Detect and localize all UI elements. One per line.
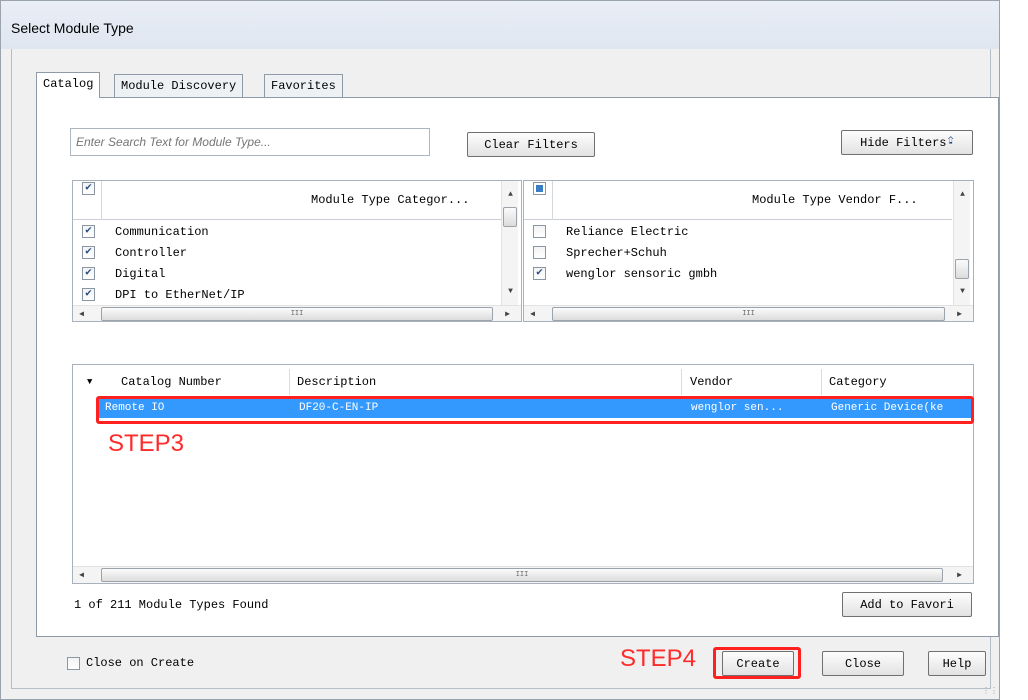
scroll-right-arrow-icon[interactable]: ▶ xyxy=(951,309,968,319)
tab-module-discovery-label: Module Discovery xyxy=(121,79,237,93)
scroll-thumb[interactable]: III xyxy=(101,568,943,582)
column-divider xyxy=(681,369,682,395)
vendor-vertical-scrollbar[interactable]: ▲ ▼ xyxy=(953,181,970,305)
list-item[interactable]: ✔ Digital xyxy=(73,265,501,285)
list-item-label: Sprecher+Schuh xyxy=(566,246,667,260)
scroll-thumb[interactable]: III xyxy=(552,307,945,321)
checkbox[interactable]: ✔ xyxy=(82,246,95,259)
vendor-filter-header[interactable]: Module Type Vendor F... xyxy=(524,181,952,220)
step4-highlight-box xyxy=(713,647,801,679)
scroll-left-arrow-icon[interactable]: ◀ xyxy=(73,570,90,580)
results-horizontal-scrollbar[interactable]: ◀ III ▶ xyxy=(73,566,973,583)
scroll-grip: III xyxy=(515,571,529,579)
list-item[interactable]: ✔ Communication xyxy=(73,223,501,243)
step4-annotation: STEP4 xyxy=(620,645,697,672)
clear-filters-button[interactable]: Clear Filters xyxy=(467,132,595,157)
help-button-label: Help xyxy=(942,656,972,671)
category-filter-header[interactable]: ✔ Module Type Categor... xyxy=(73,181,501,220)
list-item[interactable]: ✔ Controller xyxy=(73,244,501,264)
vendor-horizontal-scrollbar[interactable]: ◀ III ▶ xyxy=(524,305,973,321)
list-item-label: DPI to EtherNet/IP xyxy=(115,288,245,302)
list-item-label: Controller xyxy=(115,246,188,260)
checkbox[interactable]: ✔ xyxy=(82,288,95,301)
category-vertical-scrollbar[interactable]: ▲ ▼ xyxy=(501,181,518,305)
list-item-label: Digital xyxy=(115,267,166,281)
close-on-create-checkbox[interactable] xyxy=(67,657,80,670)
scroll-grip: III xyxy=(742,310,755,318)
column-header-description[interactable]: Description xyxy=(297,375,376,389)
vendor-filter-header-label: Module Type Vendor F... xyxy=(752,193,918,207)
list-item[interactable]: ✔ wenglor sensoric gmbh xyxy=(524,265,952,285)
checkbox[interactable]: ✔ xyxy=(82,225,95,238)
list-item[interactable]: ✔ DPI to EtherNet/IP xyxy=(73,286,501,306)
hide-filters-button[interactable]: Hide Filters ⮸ xyxy=(841,130,973,155)
scroll-up-arrow-icon[interactable]: ▲ xyxy=(954,190,971,199)
checkbox[interactable]: ✔ xyxy=(82,267,95,280)
close-button[interactable]: Close xyxy=(822,651,904,676)
hide-filters-label: Hide Filters xyxy=(860,135,947,150)
add-to-favorites-button[interactable]: Add to Favori xyxy=(842,592,972,617)
scroll-up-arrow-icon[interactable]: ▲ xyxy=(502,190,519,199)
list-item-label: wenglor sensoric gmbh xyxy=(566,267,718,281)
sort-descending-icon[interactable]: ▼ xyxy=(87,377,92,387)
scroll-thumb[interactable]: III xyxy=(101,307,493,321)
scroll-left-arrow-icon[interactable]: ◀ xyxy=(524,309,541,319)
list-item[interactable]: Sprecher+Schuh xyxy=(524,244,952,264)
scroll-down-arrow-icon[interactable]: ▼ xyxy=(502,287,519,296)
scroll-right-arrow-icon[interactable]: ▶ xyxy=(499,309,516,319)
column-divider xyxy=(821,369,822,395)
scroll-left-arrow-icon[interactable]: ◀ xyxy=(73,309,90,319)
checkbox[interactable] xyxy=(533,225,546,238)
vendor-select-all-checkbox[interactable] xyxy=(533,182,546,195)
double-chevron-up-icon: ⮸ xyxy=(947,137,954,148)
results-count-status: 1 of 211 Module Types Found xyxy=(74,598,269,612)
vendor-filter-list: Module Type Vendor F... Reliance Electri… xyxy=(523,180,974,322)
tab-favorites[interactable]: Favorites xyxy=(264,74,343,97)
header-divider xyxy=(101,181,102,220)
add-to-favorites-label: Add to Favori xyxy=(860,597,954,612)
step3-highlight-box xyxy=(96,396,974,424)
step3-annotation: STEP3 xyxy=(108,430,185,457)
category-filter-list: ✔ Module Type Categor... ✔ Communication… xyxy=(72,180,522,322)
title-bar: Select Module Type xyxy=(1,1,999,49)
close-on-create-label: Close on Create xyxy=(86,656,195,670)
scroll-grip: III xyxy=(290,310,304,318)
close-button-label: Close xyxy=(844,656,881,671)
clear-filters-label: Clear Filters xyxy=(484,137,578,152)
list-item[interactable]: Reliance Electric xyxy=(524,223,952,243)
category-filter-header-label: Module Type Categor... xyxy=(311,193,470,207)
list-item-label: Communication xyxy=(115,225,209,239)
search-input[interactable] xyxy=(70,128,430,156)
scroll-right-arrow-icon[interactable]: ▶ xyxy=(951,570,968,580)
tab-catalog[interactable]: Catalog xyxy=(36,72,101,98)
tab-module-discovery[interactable]: Module Discovery xyxy=(114,74,244,97)
column-divider xyxy=(289,369,290,395)
list-item-label: Reliance Electric xyxy=(566,225,689,239)
help-button[interactable]: Help xyxy=(928,651,986,676)
checkbox[interactable] xyxy=(533,246,546,259)
column-header-catalog-number[interactable]: Catalog Number xyxy=(121,375,222,389)
category-horizontal-scrollbar[interactable]: ◀ III ▶ xyxy=(73,305,521,321)
header-divider xyxy=(552,181,553,220)
window-title: Select Module Type xyxy=(11,20,134,36)
results-table-header: ▼ Catalog Number Description Vendor Cate… xyxy=(73,365,973,399)
tab-favorites-label: Favorites xyxy=(271,79,336,93)
resize-grip-icon[interactable]: ⋮⋮ xyxy=(982,686,998,696)
scroll-thumb[interactable] xyxy=(955,259,969,279)
column-header-category[interactable]: Category xyxy=(829,375,887,389)
column-header-vendor[interactable]: Vendor xyxy=(690,375,733,389)
category-select-all-checkbox[interactable]: ✔ xyxy=(82,182,95,195)
tab-catalog-label: Catalog xyxy=(43,77,94,91)
scroll-down-arrow-icon[interactable]: ▼ xyxy=(954,287,971,296)
scroll-thumb[interactable] xyxy=(503,207,517,227)
checkbox[interactable]: ✔ xyxy=(533,267,546,280)
